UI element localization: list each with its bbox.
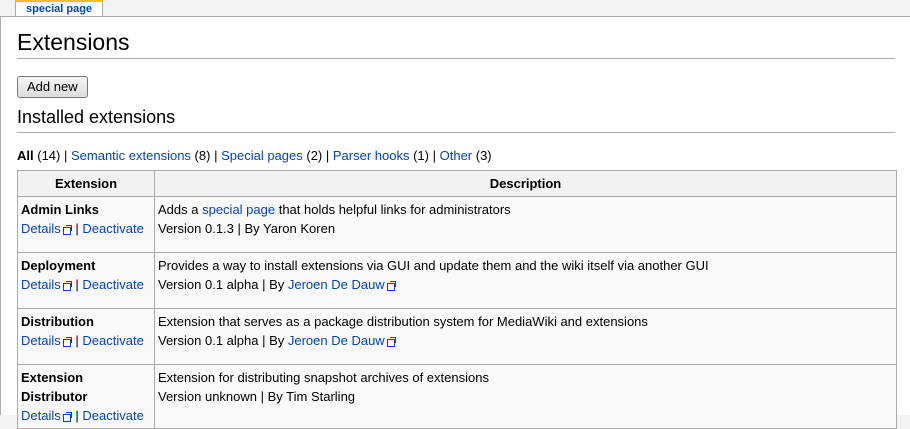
- deactivate-link[interactable]: Deactivate: [82, 408, 143, 423]
- details-link[interactable]: Details: [21, 221, 72, 236]
- external-link-icon: [62, 337, 72, 347]
- filter-other[interactable]: Other: [440, 148, 473, 163]
- version-line: Version 0.1.3 | By Yaron Koren: [158, 221, 336, 236]
- extension-cell: Extension Distributor Details | Deactiva…: [17, 364, 155, 429]
- details-link[interactable]: Details: [21, 408, 72, 423]
- author-name: Jeroen De Dauw: [287, 277, 385, 292]
- details-label: Details: [21, 333, 61, 348]
- link-separator: |: [75, 333, 79, 348]
- filter-parser-count: (1): [409, 148, 433, 163]
- description-text: Extension for distributing snapshot arch…: [158, 370, 489, 385]
- external-link-icon: [62, 281, 72, 291]
- page-title: Extensions: [17, 29, 895, 59]
- extension-filters: All (14) | Semantic extensions (8) | Spe…: [17, 148, 910, 164]
- description-cell: Extension for distributing snapshot arch…: [154, 364, 897, 429]
- details-link[interactable]: Details: [21, 333, 72, 348]
- column-header-extension: Extension: [17, 170, 155, 197]
- filter-all: All: [17, 148, 34, 163]
- version-text: Version 0.1 alpha | By: [158, 333, 288, 348]
- table-row: Distribution Details | Deactivate Extens…: [17, 308, 897, 365]
- author-link[interactable]: Jeroen De Dauw: [288, 277, 396, 292]
- tab-special-page[interactable]: special page: [15, 0, 104, 17]
- deactivate-link[interactable]: Deactivate: [82, 333, 143, 348]
- table-row: Admin Links Details | Deactivate Adds a …: [17, 196, 897, 253]
- extension-name: Extension Distributor: [21, 370, 88, 404]
- filter-separator: |: [214, 148, 218, 163]
- description-text: Adds a special page that holds helpful l…: [158, 200, 893, 219]
- extensions-table: Extension Description Admin Links Detail…: [17, 170, 897, 429]
- external-link-icon: [62, 412, 72, 422]
- details-label: Details: [21, 221, 61, 236]
- deactivate-link[interactable]: Deactivate: [82, 277, 143, 292]
- description-cell: Extension that serves as a package distr…: [154, 308, 897, 365]
- extensions-table-body: Admin Links Details | Deactivate Adds a …: [17, 196, 897, 429]
- details-link[interactable]: Details: [21, 277, 72, 292]
- filter-separator: |: [432, 148, 436, 163]
- author-name: Jeroen De Dauw: [287, 333, 385, 348]
- link-separator: |: [75, 277, 79, 292]
- description-part: Adds a: [158, 202, 203, 217]
- description-text: Provides a way to install extensions via…: [158, 258, 709, 273]
- content-area: Extensions Add new Installed extensions …: [0, 16, 910, 429]
- version-line: Version unknown | By Tim Starling: [158, 389, 356, 404]
- filter-semantic-count: (8): [190, 148, 215, 163]
- filter-special-pages[interactable]: Special pages: [221, 148, 303, 163]
- description-text: Extension that serves as a package distr…: [158, 314, 648, 329]
- description-part: that holds helpful links for administrat…: [275, 202, 511, 217]
- filter-all-count: (14): [33, 148, 64, 163]
- add-new-button[interactable]: Add new: [17, 76, 88, 98]
- table-row: Deployment Details | Deactivate Provides…: [17, 252, 897, 309]
- external-link-icon: [386, 337, 396, 347]
- filter-separator: |: [325, 148, 330, 163]
- tab-bar: special page: [0, 0, 910, 17]
- details-label: Details: [21, 408, 61, 423]
- extension-cell: Deployment Details | Deactivate: [17, 252, 155, 309]
- extension-name: Deployment: [21, 258, 96, 273]
- link-separator: |: [75, 221, 79, 236]
- author-link[interactable]: Jeroen De Dauw: [288, 333, 396, 348]
- details-label: Details: [21, 277, 61, 292]
- filter-semantic-extensions[interactable]: Semantic extensions: [71, 148, 191, 163]
- external-link-icon: [386, 281, 396, 291]
- version-text: Version 0.1 alpha | By: [158, 277, 288, 292]
- version-line: Version 0.1 alpha | By Jeroen De Dauw: [158, 331, 893, 350]
- special-page-link[interactable]: special page: [202, 202, 275, 217]
- filter-separator: |: [63, 148, 68, 163]
- extension-cell: Admin Links Details | Deactivate: [17, 196, 155, 253]
- external-link-icon: [62, 225, 72, 235]
- link-separator: |: [75, 408, 79, 423]
- filter-other-count: (3): [472, 148, 492, 163]
- filter-special-count: (2): [302, 148, 326, 163]
- description-cell: Provides a way to install extensions via…: [154, 252, 897, 309]
- table-row: Extension Distributor Details | Deactiva…: [17, 364, 897, 429]
- version-line: Version 0.1 alpha | By Jeroen De Dauw: [158, 275, 893, 294]
- section-title: Installed extensions: [17, 106, 895, 133]
- extension-name: Distribution: [21, 314, 94, 329]
- column-header-description: Description: [154, 170, 897, 197]
- extension-cell: Distribution Details | Deactivate: [17, 308, 155, 365]
- deactivate-link[interactable]: Deactivate: [82, 221, 143, 236]
- filter-parser-hooks[interactable]: Parser hooks: [333, 148, 410, 163]
- description-cell: Adds a special page that holds helpful l…: [154, 196, 897, 253]
- extension-name: Admin Links: [21, 202, 100, 217]
